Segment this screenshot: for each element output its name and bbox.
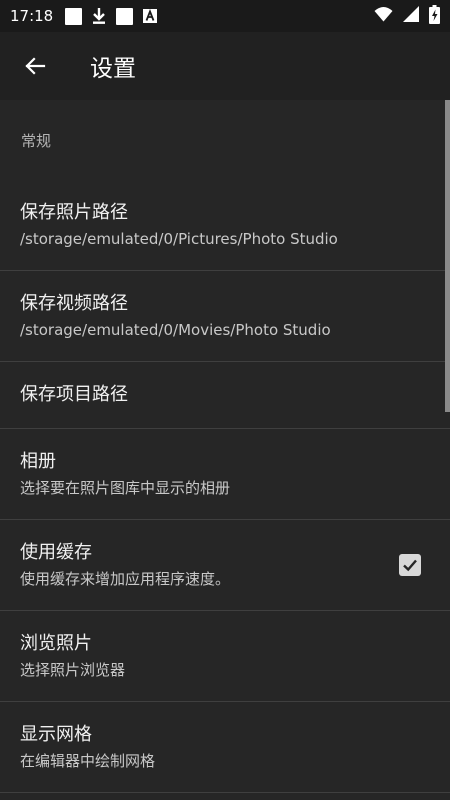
back-button[interactable] [0,32,70,100]
pref-title: 保存项目路径 [20,384,128,405]
pref-summary: /storage/emulated/0/Pictures/Photo Studi… [20,230,338,248]
status-bar: 17:18 [0,0,450,32]
signal-icon [403,6,419,26]
pref-browse-photos[interactable]: 浏览照片 选择照片浏览器 [0,611,450,702]
pref-title: 相册 [20,451,56,472]
page-title: 设置 [90,56,136,82]
pref-show-grid[interactable]: 显示网格 在编辑器中绘制网格 [0,702,450,793]
pref-summary: 在编辑器中绘制网格 [20,752,156,770]
pref-title: 显示网格 [20,724,92,745]
pref-photo-save-path[interactable]: 保存照片路径 /storage/emulated/0/Pictures/Phot… [0,180,450,271]
checkmark-icon [403,559,417,572]
pref-summary: 选择要在照片图库中显示的相册 [20,479,231,497]
pref-title: 保存照片路径 [20,202,128,223]
pref-use-cache[interactable]: 使用缓存 使用缓存来增加应用程序速度。 [0,520,450,611]
notification-square-icon [65,7,83,25]
battery-charging-icon [429,4,440,28]
pref-video-save-path[interactable]: 保存视频路径 /storage/emulated/0/Movies/Photo … [0,271,450,362]
section-header-general: 常规 [21,132,52,150]
app-bar: 设置 [0,32,450,100]
pref-summary: 使用缓存来增加应用程序速度。 [20,570,231,588]
pref-title: 使用缓存 [20,542,92,563]
status-time: 17:18 [10,7,54,25]
settings-list[interactable]: 常规 保存照片路径 /storage/emulated/0/Pictures/P… [0,100,450,800]
a-icon [143,9,158,23]
pref-project-save-path[interactable]: 保存项目路径 [0,362,450,429]
wifi-icon [374,6,393,26]
pref-summary: /storage/emulated/0/Movies/Photo Studio [20,321,331,339]
use-cache-checkbox[interactable] [399,554,421,576]
pref-albums[interactable]: 相册 选择要在照片图库中显示的相册 [0,429,450,520]
pref-title: 浏览照片 [20,633,92,654]
arrow-left-icon [25,57,46,75]
notification-square-icon [116,7,134,25]
pref-summary: 选择照片浏览器 [20,661,126,679]
download-icon [92,7,106,25]
scrollbar-thumb[interactable] [445,100,450,412]
pref-title: 保存视频路径 [20,293,128,314]
